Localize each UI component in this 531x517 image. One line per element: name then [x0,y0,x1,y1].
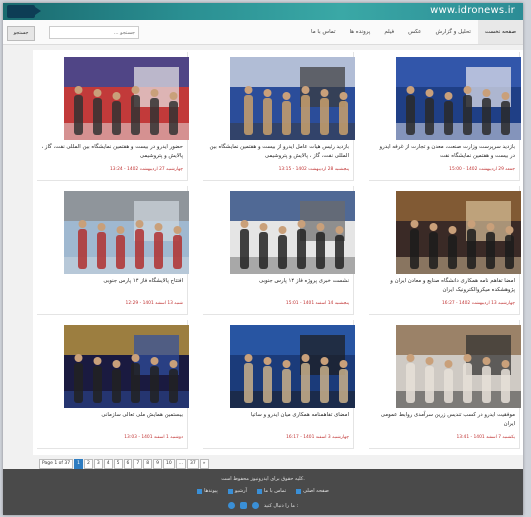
page: www.idronews.ir جستجو صفحه نخست تحلیل و … [3,3,523,515]
news-photo[interactable] [230,57,355,140]
news-date: پنجشنبه 28 اردیبهشت 1402 - 13:15 [278,167,349,172]
footer-links: صفحه اصلی تماس با ما آرشیو پیوندها [3,488,523,494]
footer-link-label: پیوندها [204,488,218,494]
news-title[interactable]: نشست خبری پروژه فاز ۱۴ پارس جنوبی [207,277,349,286]
news-photo[interactable] [64,57,189,140]
news-title[interactable]: افتتاح پالایشگاه فاز ۱۴ پارس جنوبی [41,277,183,286]
footer-link-label: تماس با ما [263,488,287,494]
site-header: www.idronews.ir [3,3,523,20]
news-date: چهارشنبه 3 اسفند 1401 - 16:17 [286,435,349,440]
news-card[interactable]: بازدید رئیس هیات عامل ایدرو از بیست و هف… [203,52,355,181]
home-icon [296,488,302,494]
news-photo[interactable] [230,325,355,408]
page-37[interactable]: 37 [187,459,199,469]
social-bar: ما را دنبال کنید : [3,502,523,509]
footer-link-archive[interactable]: آرشیو [227,488,247,494]
news-title[interactable]: بیستمین همایش ملی تعالی سازمانی [41,411,183,420]
follow-label: ما را دنبال کنید : [263,502,299,509]
pagination: Page 1 of 37 1 2 3 4 5 6 7 8 9 10 ... 37… [39,459,209,469]
news-card[interactable]: افتتاح پالایشگاه فاز ۱۴ پارس جنوبی شنبه 1… [37,186,189,315]
main-nav: صفحه نخست تحلیل و گزارش عکس فیلم پرونده … [304,20,523,44]
news-card[interactable]: حضور ایدرو در بیست و هفتمین نمایشگاه بین… [37,52,189,181]
page-2[interactable]: 2 [84,459,93,469]
nav-home[interactable]: صفحه نخست [477,20,523,44]
news-card[interactable]: امضا تفاهم نامه همکاری دانشگاه صنایع و م… [369,186,521,315]
footer-link-label: آرشیو [234,488,247,494]
link-icon [197,488,203,494]
news-photo[interactable] [64,325,189,408]
nav-photo[interactable]: عکس [401,20,428,44]
footer-link-home[interactable]: صفحه اصلی [296,488,329,494]
nav-contact[interactable]: تماس با ما [304,20,342,44]
navbar: جستجو صفحه نخست تحلیل و گزارش عکس فیلم پ… [3,20,523,45]
news-date: جمعه 29 اردیبهشت 1402 - 15:00 [449,167,515,172]
news-gallery: بازدید سرپرست وزارت صنعت، معدن و تجارت ا… [33,50,523,455]
telegram-icon[interactable] [227,502,235,509]
news-card[interactable]: نشست خبری پروژه فاز ۱۴ پارس جنوبی پنجشنبه… [203,186,355,315]
news-photo[interactable] [64,191,189,274]
page-info: Page 1 of 37 [39,459,74,469]
copyright: کلیه حقوق برای ایدرو‌نیوز محفوظ است. [221,476,305,482]
news-photo[interactable] [396,325,521,408]
search-button[interactable]: جستجو [7,26,35,41]
news-title[interactable]: موفقیت ایدرو در کسب تندیس زرین سرآمدی رو… [373,411,515,428]
news-card[interactable]: امضای تفاهمنامه همکاری میان ایدرو و ساتی… [203,320,355,449]
news-photo[interactable] [396,191,521,274]
news-date: پنجشنبه 14 اسفند 1401 - 15:01 [285,301,349,306]
instagram-icon[interactable] [239,502,247,509]
search-box: جستجو [7,26,139,41]
page-1[interactable]: 1 [74,459,83,469]
news-date: دوشنبه 1 اسفند 1401 - 13:03 [124,435,183,440]
news-title[interactable]: بازدید سرپرست وزارت صنعت، معدن و تجارت ا… [373,143,515,160]
site-logo[interactable] [7,5,41,18]
footer: کلیه حقوق برای ایدرو‌نیوز محفوظ است. صفح… [3,469,523,515]
page-7[interactable]: 7 [133,459,143,469]
search-input[interactable] [49,26,139,39]
site-url: www.idronews.ir [430,5,515,16]
news-photo[interactable] [396,57,521,140]
page-next[interactable]: » [199,459,209,469]
page-10[interactable]: 10 [163,459,175,469]
news-date: چهارشنبه 27 اردیبهشت 1402 - 13:24 [110,167,183,172]
nav-video[interactable]: فیلم [377,20,401,44]
news-card[interactable]: بیستمین همایش ملی تعالی سازمانی دوشنبه 1 … [37,320,189,449]
footer-link-contact[interactable]: تماس با ما [256,488,287,494]
news-title[interactable]: بازدید رئیس هیات عامل ایدرو از بیست و هف… [207,143,349,160]
news-title[interactable]: حضور ایدرو در بیست و هفتمین نمایشگاه بین… [41,143,183,160]
page-8[interactable]: 8 [143,459,153,469]
nav-files[interactable]: پرونده ها [342,20,377,44]
nav-analysis[interactable]: تحلیل و گزارش [428,20,477,44]
page-4[interactable]: 4 [103,459,113,469]
news-photo[interactable] [230,191,355,274]
page-6[interactable]: 6 [123,459,133,469]
news-card[interactable]: بازدید سرپرست وزارت صنعت، معدن و تجارت ا… [369,52,521,181]
footer-link-links[interactable]: پیوندها [197,488,218,494]
page-9[interactable]: 9 [153,459,162,469]
footer-link-label: صفحه اصلی [303,488,329,494]
mail-icon [256,488,262,494]
page-5[interactable]: 5 [113,459,123,469]
news-title[interactable]: امضای تفاهمنامه همکاری میان ایدرو و ساتی… [207,411,349,420]
news-title[interactable]: امضا تفاهم نامه همکاری دانشگاه صنایع و م… [373,277,515,294]
page-3[interactable]: 3 [93,459,103,469]
archive-icon [227,488,233,494]
page-ellipsis: ... [175,459,187,469]
news-card[interactable]: موفقیت ایدرو در کسب تندیس زرین سرآمدی رو… [369,320,521,449]
news-date: چهارشنبه 13 اردیبهشت 1402 - 16:27 [442,301,515,306]
news-date: شنبه 13 اسفند 1401 - 12:29 [125,301,183,306]
aparat-icon[interactable] [251,502,259,509]
news-date: یکشنبه 7 اسفند 1401 - 13:41 [456,435,515,440]
